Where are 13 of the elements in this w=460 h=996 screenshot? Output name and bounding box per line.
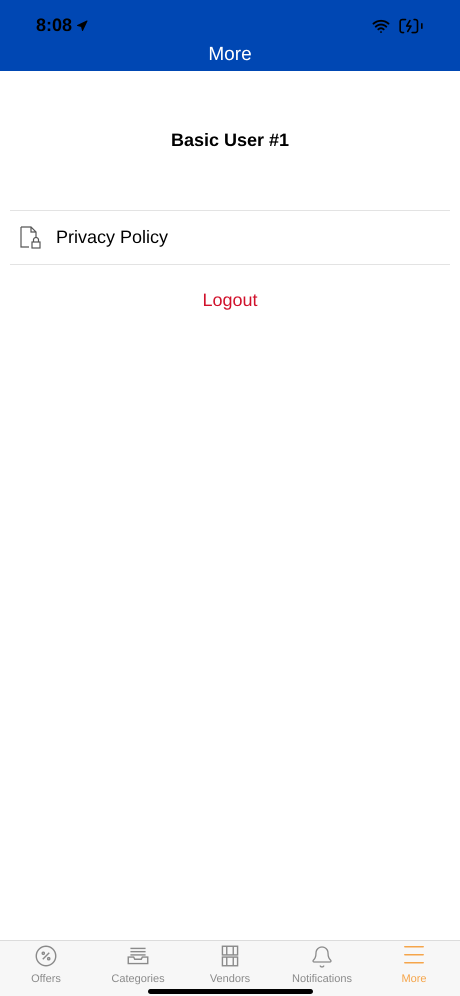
tab-item[interactable]: Notifications <box>276 941 368 996</box>
tab-item[interactable]: Offers <box>0 941 92 996</box>
user-name: Basic User #1 <box>170 129 290 152</box>
header-title: More <box>208 43 252 67</box>
tab-item[interactable]: Categories <box>92 941 184 996</box>
bell-icon <box>310 944 334 968</box>
menu-item[interactable]: Privacy Policy <box>10 211 450 265</box>
percent-badge-icon <box>33 942 59 968</box>
location-arrow-icon <box>76 20 88 32</box>
tab-item[interactable]: More <box>368 941 460 996</box>
logout-button[interactable]: Logout <box>202 287 258 314</box>
status-time: 8:08 <box>36 14 72 37</box>
tab-item[interactable]: Vendors <box>184 941 276 996</box>
